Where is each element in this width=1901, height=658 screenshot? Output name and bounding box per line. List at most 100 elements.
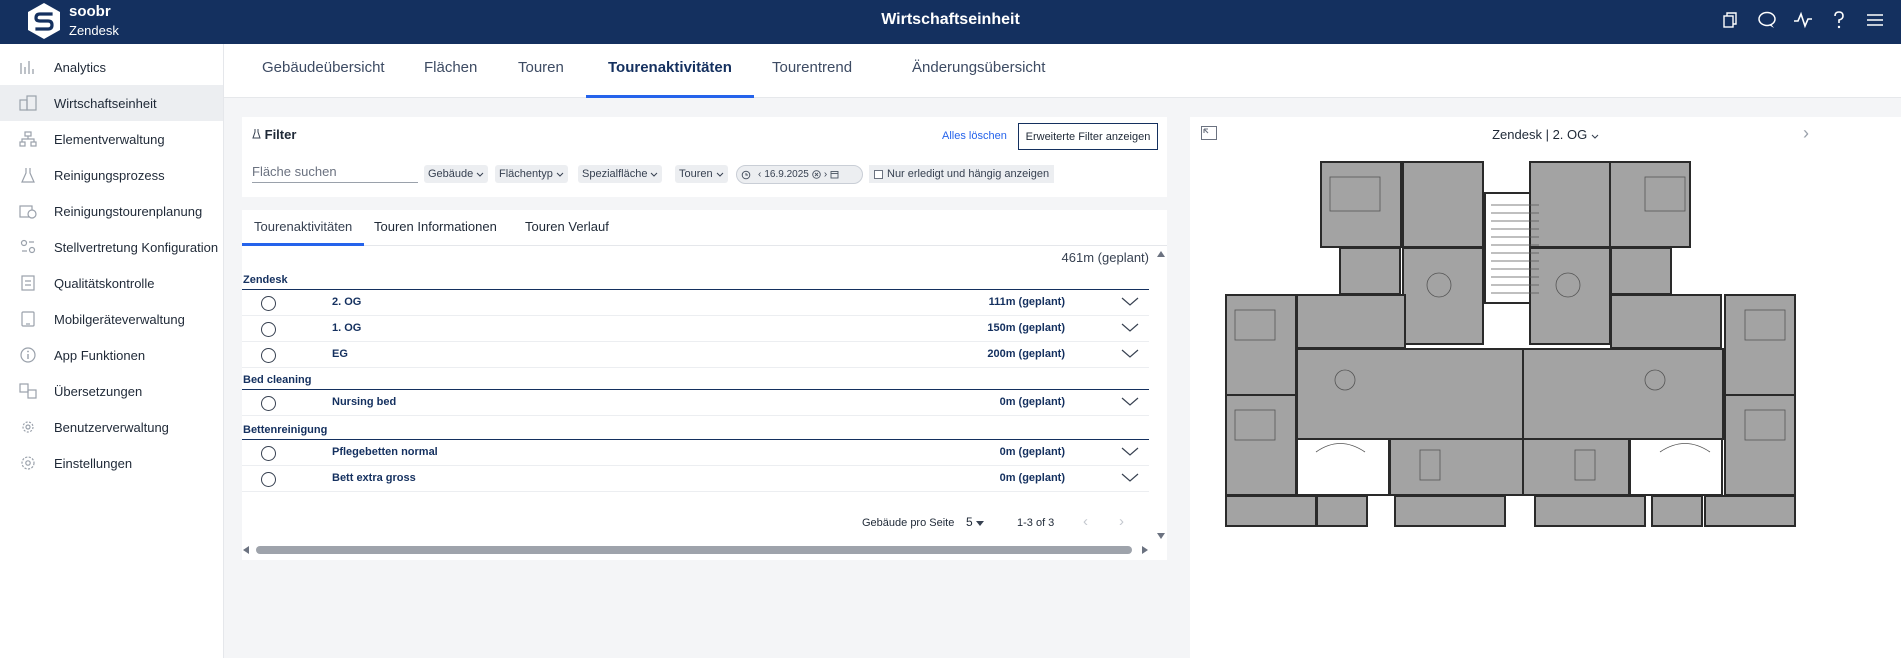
room[interactable] <box>1651 495 1703 527</box>
sidebar-item-einstellungen[interactable]: Einstellungen <box>0 445 223 481</box>
chevron-down-icon[interactable] <box>1121 349 1139 362</box>
room[interactable] <box>1609 161 1691 248</box>
calendar-icon[interactable] <box>830 170 839 179</box>
main-tabs: Gebäudeübersicht Flächen Touren Tourenak… <box>224 44 1901 98</box>
sidebar-item-qualitaetskontrolle[interactable]: Qualitätskontrolle <box>0 265 223 301</box>
next-floor-icon[interactable]: › <box>1803 123 1809 144</box>
chevron-down-icon[interactable] <box>1121 397 1139 410</box>
tab-tourentrend[interactable]: Tourentrend <box>750 44 874 98</box>
tab-touren[interactable]: Touren <box>496 44 586 98</box>
room[interactable] <box>1296 294 1406 349</box>
soobr-logo[interactable] <box>26 2 62 40</box>
copy-icon[interactable] <box>1721 10 1741 30</box>
done-pending-filter[interactable]: Nur erledigt und hängig anzeigen <box>869 165 1055 183</box>
sidebar-item-mobilgeraete[interactable]: Mobilgeräteverwaltung <box>0 301 223 337</box>
room[interactable] <box>1610 294 1722 349</box>
sidebar-item-reinigungstourenplanung[interactable]: Reinigungstourenplanung <box>0 193 223 229</box>
room[interactable] <box>1522 348 1724 440</box>
sidebar-item-label: Benutzerverwaltung <box>54 419 169 435</box>
chip-label: Spezialfläche <box>582 168 648 180</box>
chevron-right-icon[interactable]: › <box>824 169 827 180</box>
vertical-scrollbar[interactable] <box>1155 250 1167 540</box>
sidebar-item-stellvertretung[interactable]: Stellvertretung Konfiguration <box>0 229 223 265</box>
chip-flaechentyp[interactable]: Flächentyp <box>495 165 568 183</box>
sidebar-item-benutzerverwaltung[interactable]: Benutzerverwaltung <box>0 409 223 445</box>
sidebar-item-label: Übersetzungen <box>54 383 143 399</box>
chat-icon[interactable] <box>1757 10 1777 30</box>
brand: soobr Zendesk <box>69 2 119 41</box>
chip-spezialflaeche[interactable]: Spezialfläche <box>578 165 663 183</box>
room[interactable] <box>1529 247 1611 345</box>
sidebar-item-label: Stellvertretung Konfiguration <box>54 239 219 255</box>
room[interactable] <box>1394 495 1506 527</box>
item-name: Bett extra gross <box>332 472 416 484</box>
clear-date-icon[interactable] <box>812 170 821 179</box>
room[interactable] <box>1402 161 1484 248</box>
tab-flaechen[interactable]: Flächen <box>402 44 499 98</box>
subtab-touren-informationen[interactable]: Touren Informationen <box>362 210 509 246</box>
chevron-left-icon[interactable]: ‹ <box>758 169 761 180</box>
chip-touren[interactable]: Touren <box>675 165 728 183</box>
search-input[interactable] <box>252 161 418 183</box>
radio-button[interactable] <box>261 396 276 411</box>
checkbox[interactable] <box>874 169 883 179</box>
radio-button[interactable] <box>261 446 276 461</box>
list-item[interactable]: EG 200m (geplant) <box>242 342 1149 368</box>
tab-aenderungsuebersicht[interactable]: Änderungsübersicht <box>890 44 1067 98</box>
list-item[interactable]: 1. OG 150m (geplant) <box>242 316 1149 342</box>
subtab-tourenaktivitaeten[interactable]: Tourenaktivitäten <box>242 210 365 246</box>
room[interactable] <box>1225 495 1317 527</box>
room[interactable] <box>1339 247 1401 295</box>
date-picker[interactable]: ‹ 16.9.2025 › <box>736 165 863 184</box>
room[interactable] <box>1389 438 1524 496</box>
room[interactable] <box>1610 247 1672 295</box>
floor-plan-drawing[interactable] <box>1190 155 1901 655</box>
room[interactable] <box>1320 161 1402 248</box>
chip-gebaeude[interactable]: Gebäude <box>424 165 489 183</box>
tab-gebaeudeuebersicht[interactable]: Gebäudeübersicht <box>240 44 407 98</box>
activity-icon[interactable] <box>1793 10 1813 30</box>
sidebar-item-uebersetzungen[interactable]: Übersetzungen <box>0 373 223 409</box>
room[interactable] <box>1316 495 1368 527</box>
chevron-down-icon[interactable] <box>1121 447 1139 460</box>
per-page-select[interactable]: 5 <box>966 515 985 529</box>
chevron-down-icon[interactable] <box>1121 323 1139 336</box>
next-page-icon[interactable]: › <box>1119 513 1124 530</box>
list-item[interactable]: 2. OG 111m (geplant) <box>242 290 1149 316</box>
radio-button[interactable] <box>261 348 276 363</box>
floor-selector[interactable]: Zendesk | 2. OG <box>1190 127 1901 142</box>
clear-all-link[interactable]: Alles löschen <box>942 130 1007 142</box>
room[interactable] <box>1296 348 1524 440</box>
item-name: Pflegebetten normal <box>332 446 438 458</box>
sidebar-item-reinigungsprozess[interactable]: Reinigungsprozess <box>0 157 223 193</box>
menu-icon[interactable] <box>1865 10 1885 30</box>
list-item[interactable]: Nursing bed 0m (geplant) <box>242 390 1149 416</box>
tab-tourenaktivitaeten[interactable]: Tourenaktivitäten <box>586 44 754 98</box>
room[interactable] <box>1529 161 1611 248</box>
radio-button[interactable] <box>261 296 276 311</box>
room[interactable] <box>1629 438 1723 496</box>
sidebar-item-wirtschaftseinheit[interactable]: Wirtschaftseinheit <box>0 85 223 121</box>
sidebar-item-app-funktionen[interactable]: App Funktionen <box>0 337 223 373</box>
chevron-down-icon[interactable] <box>1121 473 1139 486</box>
room[interactable] <box>1522 438 1630 496</box>
chip-label: Touren <box>679 168 713 180</box>
room[interactable] <box>1534 495 1646 527</box>
sidebar-item-elementverwaltung[interactable]: Elementverwaltung <box>0 121 223 157</box>
prev-page-icon[interactable]: ‹ <box>1083 513 1088 530</box>
subtab-touren-verlauf[interactable]: Touren Verlauf <box>513 210 621 246</box>
advanced-filter-button[interactable]: Erweiterte Filter anzeigen <box>1018 123 1158 150</box>
header-actions <box>1721 10 1885 30</box>
room[interactable] <box>1296 438 1390 496</box>
radio-button[interactable] <box>261 322 276 337</box>
room[interactable] <box>1704 495 1796 527</box>
radio-button[interactable] <box>261 472 276 487</box>
sidebar-item-analytics[interactable]: Analytics <box>0 49 223 85</box>
list-item[interactable]: Bett extra gross 0m (geplant) <box>242 466 1149 492</box>
history-icon[interactable] <box>741 170 751 180</box>
horizontal-scrollbar[interactable] <box>242 544 1149 556</box>
help-icon[interactable] <box>1829 10 1849 30</box>
list-item[interactable]: Pflegebetten normal 0m (geplant) <box>242 440 1149 466</box>
sidebar-item-label: Qualitätskontrolle <box>54 275 155 291</box>
chevron-down-icon[interactable] <box>1121 297 1139 310</box>
